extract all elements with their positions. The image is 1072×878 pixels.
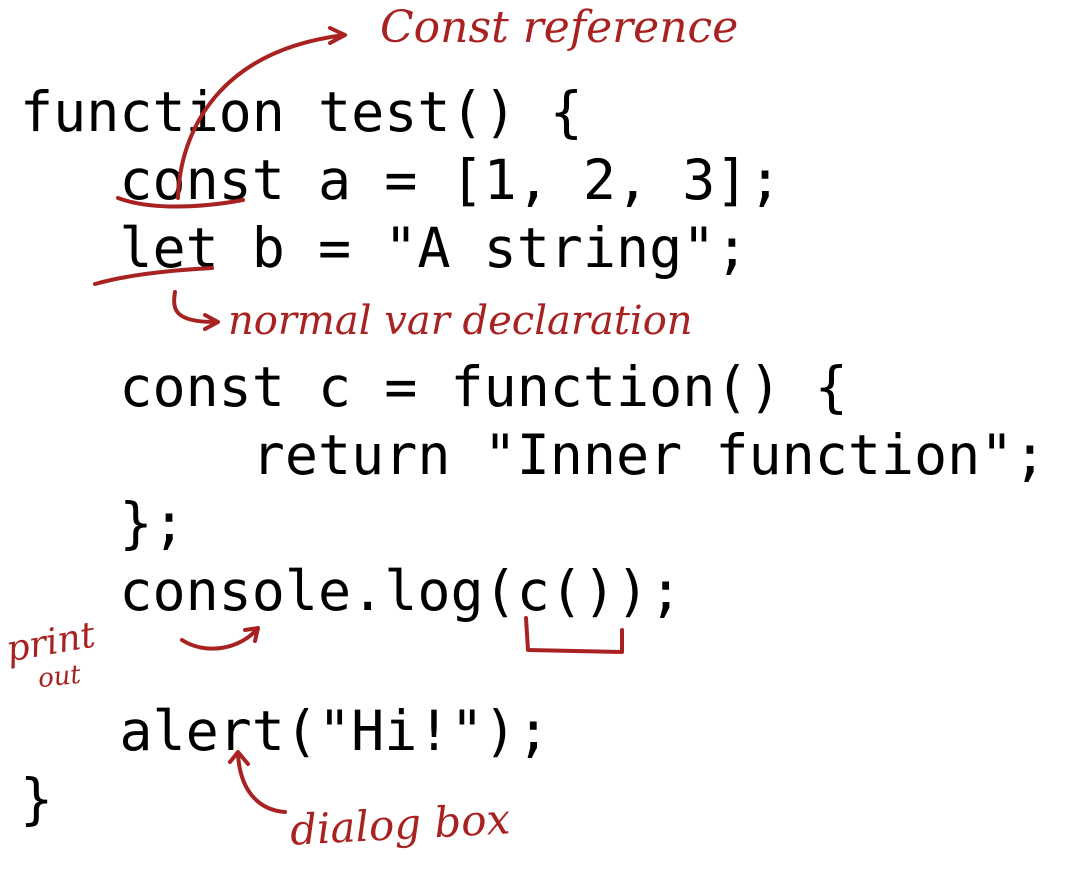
code-line-const-a: const a = [1, 2, 3]; (20, 148, 782, 212)
code-line-const-c: const c = function() { (20, 355, 848, 419)
code-line-alert: alert("Hi!"); (20, 699, 550, 763)
annotation-out: out (36, 659, 83, 695)
code-line-function-decl: function test() { (20, 80, 583, 144)
code-line-close-brace: } (20, 767, 54, 831)
code-line-return: return "Inner function"; (20, 423, 1047, 487)
annotation-const-reference: Const reference (380, 2, 739, 53)
annotation-normal-var-declaration: normal var declaration (228, 298, 693, 344)
normal-var-arrow (172, 290, 220, 331)
code-line-close-inner: }; (20, 491, 186, 555)
code-line-let-b: let b = "A string"; (20, 216, 749, 280)
print-out-arrow (180, 626, 260, 651)
code-line-console-log: console.log(c()); (20, 559, 683, 623)
annotation-dialog-box: dialog box (288, 794, 512, 855)
